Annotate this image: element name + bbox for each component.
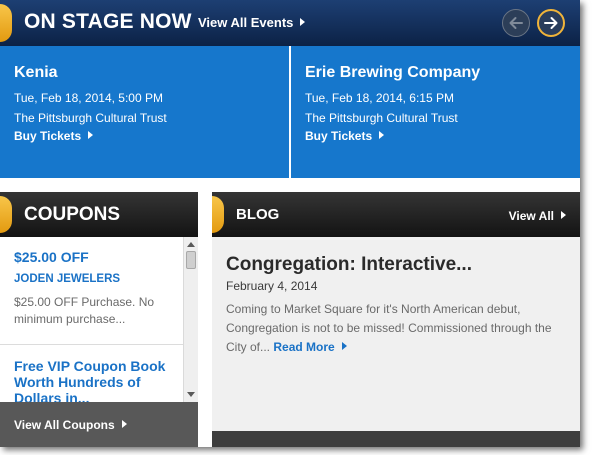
view-all-events-link[interactable]: View All Events xyxy=(198,15,306,30)
blog-view-all-label: View All xyxy=(508,209,554,223)
coupon-title[interactable]: $25.00 OFF xyxy=(14,249,89,265)
view-all-events-label: View All Events xyxy=(198,15,294,30)
caret-right-icon xyxy=(88,131,94,139)
arrow-right-icon xyxy=(544,17,558,29)
event-date: Tue, Feb 18, 2014, 5:00 PM xyxy=(14,91,163,105)
blog-view-all-link[interactable]: View All xyxy=(509,209,566,223)
coupon-description: $25.00 OFF Purchase. No minimum purchase… xyxy=(14,295,155,326)
blog-header: BLOG View All xyxy=(212,192,580,237)
caret-right-icon xyxy=(300,18,306,26)
coupon-list: $25.00 OFF JODEN JEWELERS $25.00 OFF Pur… xyxy=(0,237,183,402)
event-card: Kenia Tue, Feb 18, 2014, 5:00 PM The Pit… xyxy=(0,46,289,178)
view-all-coupons-link[interactable]: View All Coupons xyxy=(14,418,127,432)
previous-event-button[interactable] xyxy=(502,9,530,37)
buy-tickets-label: Buy Tickets xyxy=(14,129,82,143)
coupons-panel: COUPONS $25.00 OFF JODEN JEWELERS $25.00… xyxy=(0,192,198,447)
buy-tickets-link[interactable]: Buy Tickets xyxy=(14,129,94,143)
event-name[interactable]: Erie Brewing Company xyxy=(305,64,480,82)
section-spacer xyxy=(0,178,580,192)
view-all-coupons-label: View All Coupons xyxy=(14,418,115,432)
event-venue: The Pittsburgh Cultural Trust xyxy=(14,111,167,125)
coupon-item[interactable]: Free VIP Coupon Book Worth Hundreds of D… xyxy=(0,346,183,402)
blog-footer xyxy=(212,431,580,447)
next-event-button[interactable] xyxy=(537,9,565,37)
scroll-down-icon[interactable] xyxy=(187,392,195,397)
header-accent-tab xyxy=(212,196,224,233)
blog-panel: BLOG View All Congregation: Interactive.… xyxy=(212,192,580,447)
events-carousel: Kenia Tue, Feb 18, 2014, 5:00 PM The Pit… xyxy=(0,46,580,178)
coupon-item[interactable]: $25.00 OFF JODEN JEWELERS $25.00 OFF Pur… xyxy=(0,237,183,345)
caret-right-icon xyxy=(561,211,566,219)
event-card: Erie Brewing Company Tue, Feb 18, 2014, … xyxy=(291,46,580,178)
blog-title: BLOG xyxy=(236,206,280,223)
on-stage-title: ON STAGE NOW xyxy=(24,10,192,33)
buy-tickets-link[interactable]: Buy Tickets xyxy=(305,129,385,143)
coupons-footer: View All Coupons xyxy=(0,402,198,447)
widget-frame: ON STAGE NOW View All Events Kenia Tue, … xyxy=(0,0,580,447)
arrow-left-icon xyxy=(509,17,523,29)
post-title[interactable]: Congregation: Interactive... xyxy=(226,254,472,276)
on-stage-header: ON STAGE NOW View All Events xyxy=(0,0,580,46)
coupon-title[interactable]: Free VIP Coupon Book Worth Hundreds of D… xyxy=(14,358,180,402)
coupons-title: COUPONS xyxy=(24,204,121,225)
read-more-link[interactable]: Read More xyxy=(273,340,347,354)
coupon-scrollbar[interactable] xyxy=(183,237,198,402)
event-date: Tue, Feb 18, 2014, 6:15 PM xyxy=(305,91,454,105)
scroll-up-icon[interactable] xyxy=(187,242,195,247)
read-more-label: Read More xyxy=(273,340,335,354)
header-accent-tab xyxy=(0,4,12,42)
caret-right-icon xyxy=(341,342,347,350)
buy-tickets-label: Buy Tickets xyxy=(305,129,373,143)
post-date: February 4, 2014 xyxy=(226,279,318,293)
scroll-thumb[interactable] xyxy=(186,251,196,269)
coupons-header: COUPONS xyxy=(0,192,198,237)
event-venue: The Pittsburgh Cultural Trust xyxy=(305,111,458,125)
caret-right-icon xyxy=(121,420,127,428)
coupon-merchant[interactable]: JODEN JEWELERS xyxy=(14,273,120,285)
column-spacer xyxy=(198,192,212,447)
caret-right-icon xyxy=(379,131,385,139)
post-excerpt: Coming to Market Square for it's North A… xyxy=(226,300,571,357)
event-name[interactable]: Kenia xyxy=(14,64,58,82)
header-accent-tab xyxy=(0,196,12,233)
